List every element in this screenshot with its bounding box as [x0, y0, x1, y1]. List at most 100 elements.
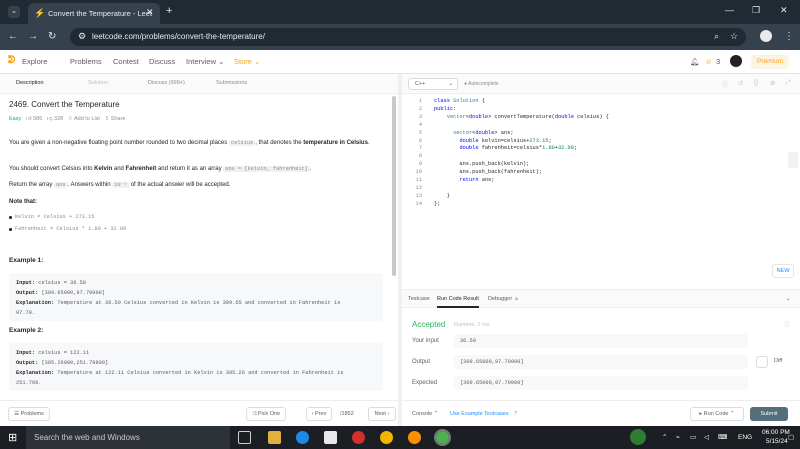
clock-time[interactable]: 06:00 PM [762, 429, 790, 436]
example-input: celsius = 122.11 [38, 350, 90, 356]
tab-description[interactable]: Description [16, 80, 44, 86]
code-line[interactable]: ans.push_back(fahrenheit); [434, 169, 542, 175]
window-close-icon[interactable]: ✕ [780, 5, 788, 16]
clock-date[interactable]: 5/15/24 [766, 438, 788, 445]
dislike-icon[interactable]: 👎︎ [47, 116, 53, 122]
tab-testcase[interactable]: Testcase [408, 296, 430, 302]
notifications-icon[interactable]: ▢ [788, 433, 794, 441]
nav-store[interactable]: Store ⌄ [234, 57, 260, 66]
tray-app-icon[interactable] [630, 429, 646, 445]
code-line[interactable]: ans.push_back(kelvin); [434, 161, 529, 167]
nav-interview[interactable]: Interview ⌄ [186, 57, 224, 66]
opera-icon[interactable] [352, 431, 365, 444]
console-toggle[interactable]: Console ⌃ [412, 411, 438, 417]
minimize-icon[interactable]: — [725, 5, 734, 15]
profile-avatar[interactable] [760, 30, 772, 42]
document-icon[interactable] [324, 431, 337, 444]
site-info-icon[interactable]: ⚙ [78, 31, 86, 42]
expected-label: Expected [412, 380, 438, 386]
chrome-canary-icon[interactable] [408, 431, 421, 444]
run-code-button[interactable]: ▸ Run Code ⌃ [690, 407, 744, 421]
tab-search-dropdown-icon[interactable]: ⌄ [8, 6, 20, 18]
code-line[interactable]: vector<double> convertTemperature(double… [434, 114, 609, 120]
chrome-icon[interactable] [380, 431, 393, 444]
close-tab-icon[interactable]: ✕ [146, 7, 154, 18]
zoom-icon[interactable]: ⌕ [714, 31, 719, 42]
help-icon[interactable]: ? [514, 411, 517, 417]
edge-browser-icon[interactable] [296, 431, 309, 444]
console-footer: Console ⌃ Use Example Testcases ? ▸ Run … [402, 400, 800, 426]
chrome-active-icon[interactable] [434, 429, 451, 446]
battery-icon[interactable]: ▭ [690, 433, 696, 441]
tray-up-chevron-icon[interactable]: ⌃ [662, 433, 667, 441]
tab-submissions[interactable]: Submissions [216, 80, 247, 86]
desc-text: You should convert Celsius into [9, 166, 93, 172]
code-line[interactable]: class Solution { [434, 98, 485, 104]
user-avatar[interactable] [730, 55, 742, 67]
language-select[interactable]: C++ ⌄ [408, 78, 458, 90]
browser-tab[interactable]: ⚡ Convert the Temperature - Leet ✕ [28, 3, 160, 24]
like-icon[interactable]: 👍︎ [26, 116, 32, 122]
url-bar[interactable]: ⚙ leetcode.com/problems/convert-the-temp… [70, 28, 746, 46]
reset-icon[interactable]: ↺ [738, 80, 743, 87]
network-icon[interactable]: ⌁ [676, 433, 680, 441]
diff-toggle[interactable] [756, 356, 768, 368]
description-scrollbar[interactable] [392, 96, 396, 276]
leetcode-logo-icon[interactable]: ᕲ [8, 55, 15, 66]
premium-button[interactable]: Premium [751, 55, 789, 69]
pick-one-button[interactable]: ⤨ Pick One [246, 407, 286, 421]
streak-count: 3 [716, 57, 721, 66]
share-icon[interactable]: ⇪ [105, 116, 110, 122]
next-button[interactable]: Next › [368, 407, 396, 421]
windows-start-icon[interactable]: ⊞ [8, 431, 17, 444]
back-icon[interactable]: ← [8, 31, 18, 42]
info-icon[interactable]: ⓘ [722, 80, 728, 89]
use-example-testcases-link[interactable]: Use Example Testcases [450, 411, 509, 417]
code-editor[interactable]: C++ ⌄ ● Autocomplete ⓘ ↺ {} ⚙ ⤢ 1 class S… [402, 74, 800, 290]
taskbar-search-box[interactable]: Search the web and Windows [26, 426, 230, 449]
bookmark-star-icon[interactable]: ☆ [730, 31, 738, 42]
braces-icon[interactable]: {} [754, 80, 758, 86]
restore-icon[interactable]: ❐ [752, 5, 760, 16]
tab-run-code-result[interactable]: Run Code Result [437, 296, 479, 302]
fullscreen-icon[interactable]: ⤢ [786, 80, 791, 87]
prev-button[interactable]: ‹ Prev [306, 407, 332, 421]
info-icon[interactable]: ⓘ [784, 320, 790, 329]
file-explorer-icon[interactable] [268, 431, 281, 444]
tab-debugger[interactable]: Debugger [488, 296, 512, 302]
inline-code: 10⁻⁵ [112, 182, 130, 188]
new-tab-icon[interactable]: + [166, 5, 172, 17]
nav-problems[interactable]: Problems [70, 57, 102, 66]
keyboard-icon[interactable]: ⌨ [718, 433, 727, 441]
problems-list-button[interactable]: ☰ Problems [8, 407, 50, 421]
code-line[interactable]: double fahrenheit=celsius*1.80+32.00; [434, 145, 577, 151]
nav-contest[interactable]: Contest [113, 57, 139, 66]
notification-bell-icon[interactable]: 🔔︎ [690, 57, 700, 66]
browser-menu-icon[interactable]: ⋮ [784, 31, 794, 42]
speaker-icon[interactable]: ◁ [704, 433, 709, 441]
code-line[interactable]: public: [434, 106, 456, 112]
submit-button[interactable]: Submit [750, 407, 788, 421]
add-to-list-link[interactable]: Add to List [74, 116, 100, 122]
star-icon[interactable]: ☆ [68, 116, 73, 122]
code-line[interactable]: } [434, 193, 450, 199]
settings-gear-icon[interactable]: ⚙ [770, 80, 775, 87]
forward-icon[interactable]: → [28, 31, 38, 42]
code-line[interactable]: double kelvin=celsius+273.15; [434, 138, 551, 144]
collapse-chevron-icon[interactable]: ⌄ [786, 296, 791, 302]
autocomplete-toggle[interactable]: ● Autocomplete [464, 81, 499, 87]
language-indicator[interactable]: ENG [738, 434, 752, 441]
side-toggle-button[interactable] [788, 152, 798, 168]
new-feature-badge[interactable]: NEW [772, 264, 794, 278]
share-link[interactable]: Share [111, 116, 126, 122]
description-paragraph-3: Return the array ans. Answers within 10⁻… [9, 181, 387, 190]
code-line[interactable]: }; [434, 201, 440, 207]
nav-discuss[interactable]: Discuss [149, 57, 175, 66]
tab-solution[interactable]: Solution [88, 80, 108, 86]
reload-icon[interactable]: ↻ [48, 31, 56, 42]
task-view-icon[interactable] [238, 431, 251, 444]
tab-discuss[interactable]: Discuss (999+) [148, 80, 185, 86]
code-line[interactable]: vector<double> ans; [434, 130, 513, 136]
nav-explore[interactable]: Explore [22, 57, 47, 66]
code-line[interactable]: return ans; [434, 177, 494, 183]
